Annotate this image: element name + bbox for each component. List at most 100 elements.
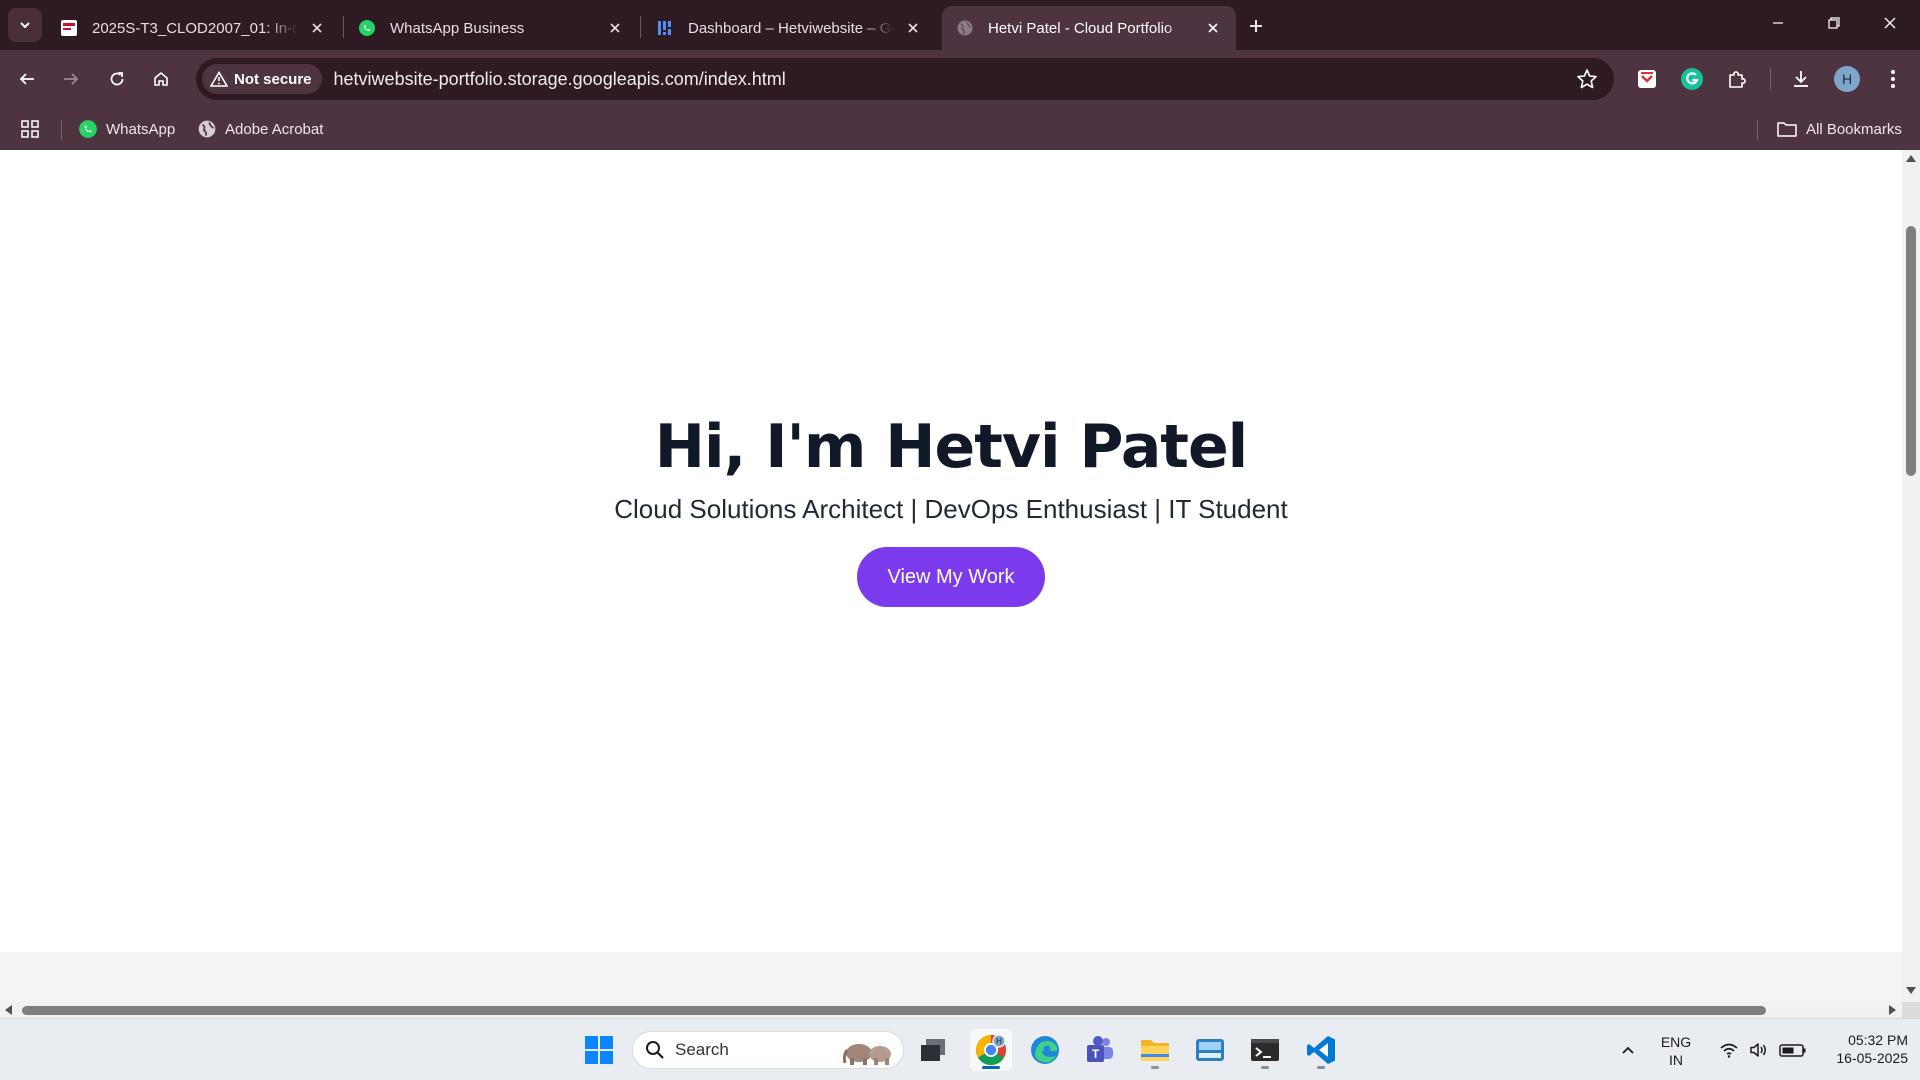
clock[interactable]: 05:32 PM 16-05-2025 (1808, 1031, 1908, 1067)
scrollbar-corner (1902, 1002, 1920, 1018)
taskbar-file-explorer[interactable] (1134, 1029, 1176, 1071)
teams-icon: T (1087, 1036, 1113, 1062)
taskbar-chrome[interactable]: H (970, 1029, 1012, 1071)
apps-button[interactable] (20, 116, 40, 142)
tab-course[interactable]: 2025S-T3_CLOD2007_01: In-class (46, 6, 340, 50)
address-bar[interactable]: Not secure hetviwebsite-portfolio.storag… (196, 58, 1614, 100)
tab-title: 2025S-T3_CLOD2007_01: In-class (92, 19, 298, 37)
dashboard-icon (656, 19, 674, 37)
all-bookmarks-label: All Bookmarks (1806, 120, 1902, 138)
running-indicator (982, 1066, 1000, 1069)
elephants-illustration-icon (842, 1044, 891, 1065)
apps-grid-icon (21, 120, 39, 138)
start-button[interactable] (578, 1029, 620, 1071)
search-placeholder: Search (675, 1040, 729, 1059)
running-indicator (1317, 1066, 1325, 1069)
menu-button[interactable] (1876, 62, 1910, 96)
bookmark-star-button[interactable] (1576, 68, 1598, 95)
tab-search-button[interactable] (8, 8, 42, 42)
restore-button[interactable] (1806, 0, 1862, 46)
scroll-right-arrow-icon[interactable] (1889, 1005, 1896, 1015)
security-chip[interactable]: Not secure (202, 64, 322, 94)
grammarly-button[interactable] (1675, 62, 1709, 96)
close-icon[interactable] (902, 17, 924, 39)
extension-button[interactable] (1630, 62, 1664, 96)
all-bookmarks-button[interactable]: All Bookmarks (1776, 116, 1902, 142)
vertical-scroll-thumb[interactable] (1906, 226, 1916, 476)
language-label: ENG (1660, 1034, 1692, 1050)
vertical-scrollbar[interactable] (1902, 150, 1920, 1002)
taskbar-search[interactable]: Search (632, 1031, 904, 1069)
scroll-up-arrow-icon[interactable] (1906, 155, 1916, 162)
system-tray-quick-settings[interactable] (1704, 1029, 1822, 1071)
folder-icon (1141, 1040, 1169, 1061)
downloads-button[interactable] (1784, 62, 1818, 96)
close-window-button[interactable] (1862, 0, 1918, 46)
scroll-down-arrow-icon[interactable] (1906, 987, 1916, 994)
course-icon (60, 19, 78, 37)
show-hidden-icons-button[interactable] (1608, 1029, 1648, 1071)
minimize-icon (1773, 22, 1783, 24)
folder-icon (1777, 122, 1797, 137)
reload-button[interactable] (100, 62, 134, 96)
restore-icon (1828, 17, 1840, 29)
whatsapp-icon (358, 19, 376, 37)
forward-button[interactable] (54, 62, 88, 96)
home-button[interactable] (144, 62, 178, 96)
bookmark-adobe-acrobat[interactable]: Adobe Acrobat (197, 116, 323, 142)
view-my-work-button[interactable]: View My Work (857, 547, 1045, 607)
back-button[interactable] (10, 62, 44, 96)
bookmarks-bar: WhatsApp Adobe Acrobat All Bookmarks (0, 108, 1920, 150)
keyboard-app-icon (1196, 1039, 1224, 1061)
close-icon[interactable] (306, 17, 328, 39)
svg-text:T: T (1092, 1047, 1100, 1061)
taskbar-teams[interactable]: T (1079, 1029, 1121, 1071)
scroll-left-arrow-icon[interactable] (5, 1005, 12, 1015)
running-indicator (1151, 1066, 1159, 1069)
bookmark-whatsapp[interactable]: WhatsApp (78, 116, 175, 142)
browser-toolbar: Not secure hetviwebsite-portfolio.storag… (0, 50, 1920, 108)
security-label: Not secure (234, 70, 312, 88)
search-icon (646, 1041, 664, 1059)
tab-portfolio[interactable]: Hetvi Patel - Cloud Portfolio (942, 6, 1236, 50)
globe-icon (198, 120, 216, 138)
taskbar-app[interactable] (1189, 1029, 1231, 1071)
globe-icon (956, 19, 974, 37)
region-label: IN (1669, 1052, 1683, 1068)
pocket-icon (1638, 70, 1656, 88)
bookmark-label: Adobe Acrobat (225, 120, 324, 138)
language-indicator[interactable]: ENG IN (1656, 1033, 1696, 1069)
page-viewport: Hi, I'm Hetvi Patel Cloud Solutions Arch… (0, 150, 1902, 1002)
plus-icon (1250, 20, 1262, 32)
tab-dashboard[interactable]: Dashboard – Hetviwebsite – Google (642, 6, 936, 50)
new-tab-button[interactable] (1240, 10, 1272, 42)
tab-divider (640, 16, 641, 38)
home-icon (154, 71, 168, 86)
bookmarks-divider (61, 120, 62, 140)
extensions-button[interactable] (1720, 62, 1754, 96)
reload-icon (110, 72, 124, 86)
horizontal-scroll-thumb[interactable] (22, 1006, 1766, 1015)
clock-time: 05:32 PM (1848, 1032, 1908, 1048)
horizontal-scrollbar[interactable] (0, 1002, 1902, 1018)
star-icon (1577, 69, 1597, 89)
running-indicator (1261, 1066, 1269, 1069)
url-text[interactable]: hetviwebsite-portfolio.storage.googleapi… (334, 69, 786, 90)
taskbar-edge[interactable] (1024, 1029, 1066, 1071)
download-icon (1794, 71, 1808, 87)
bookmarks-divider (1757, 120, 1758, 140)
profile-avatar[interactable]: H (1834, 66, 1860, 92)
tab-title: Dashboard – Hetviwebsite – Google (688, 19, 894, 37)
taskbar-vscode[interactable] (1300, 1029, 1342, 1071)
minimize-button[interactable] (1750, 0, 1806, 46)
close-icon (1884, 17, 1896, 29)
kebab-menu-icon (1891, 70, 1895, 88)
toolbar-divider (1770, 68, 1771, 90)
task-view-button[interactable] (912, 1029, 954, 1071)
close-icon[interactable] (604, 17, 626, 39)
tab-title: WhatsApp Business (390, 19, 525, 37)
taskbar-terminal[interactable] (1244, 1029, 1286, 1071)
tab-whatsapp[interactable]: WhatsApp Business (344, 6, 638, 50)
hero-section: Hi, I'm Hetvi Patel Cloud Solutions Arch… (0, 150, 1902, 952)
close-icon[interactable] (1202, 17, 1224, 39)
